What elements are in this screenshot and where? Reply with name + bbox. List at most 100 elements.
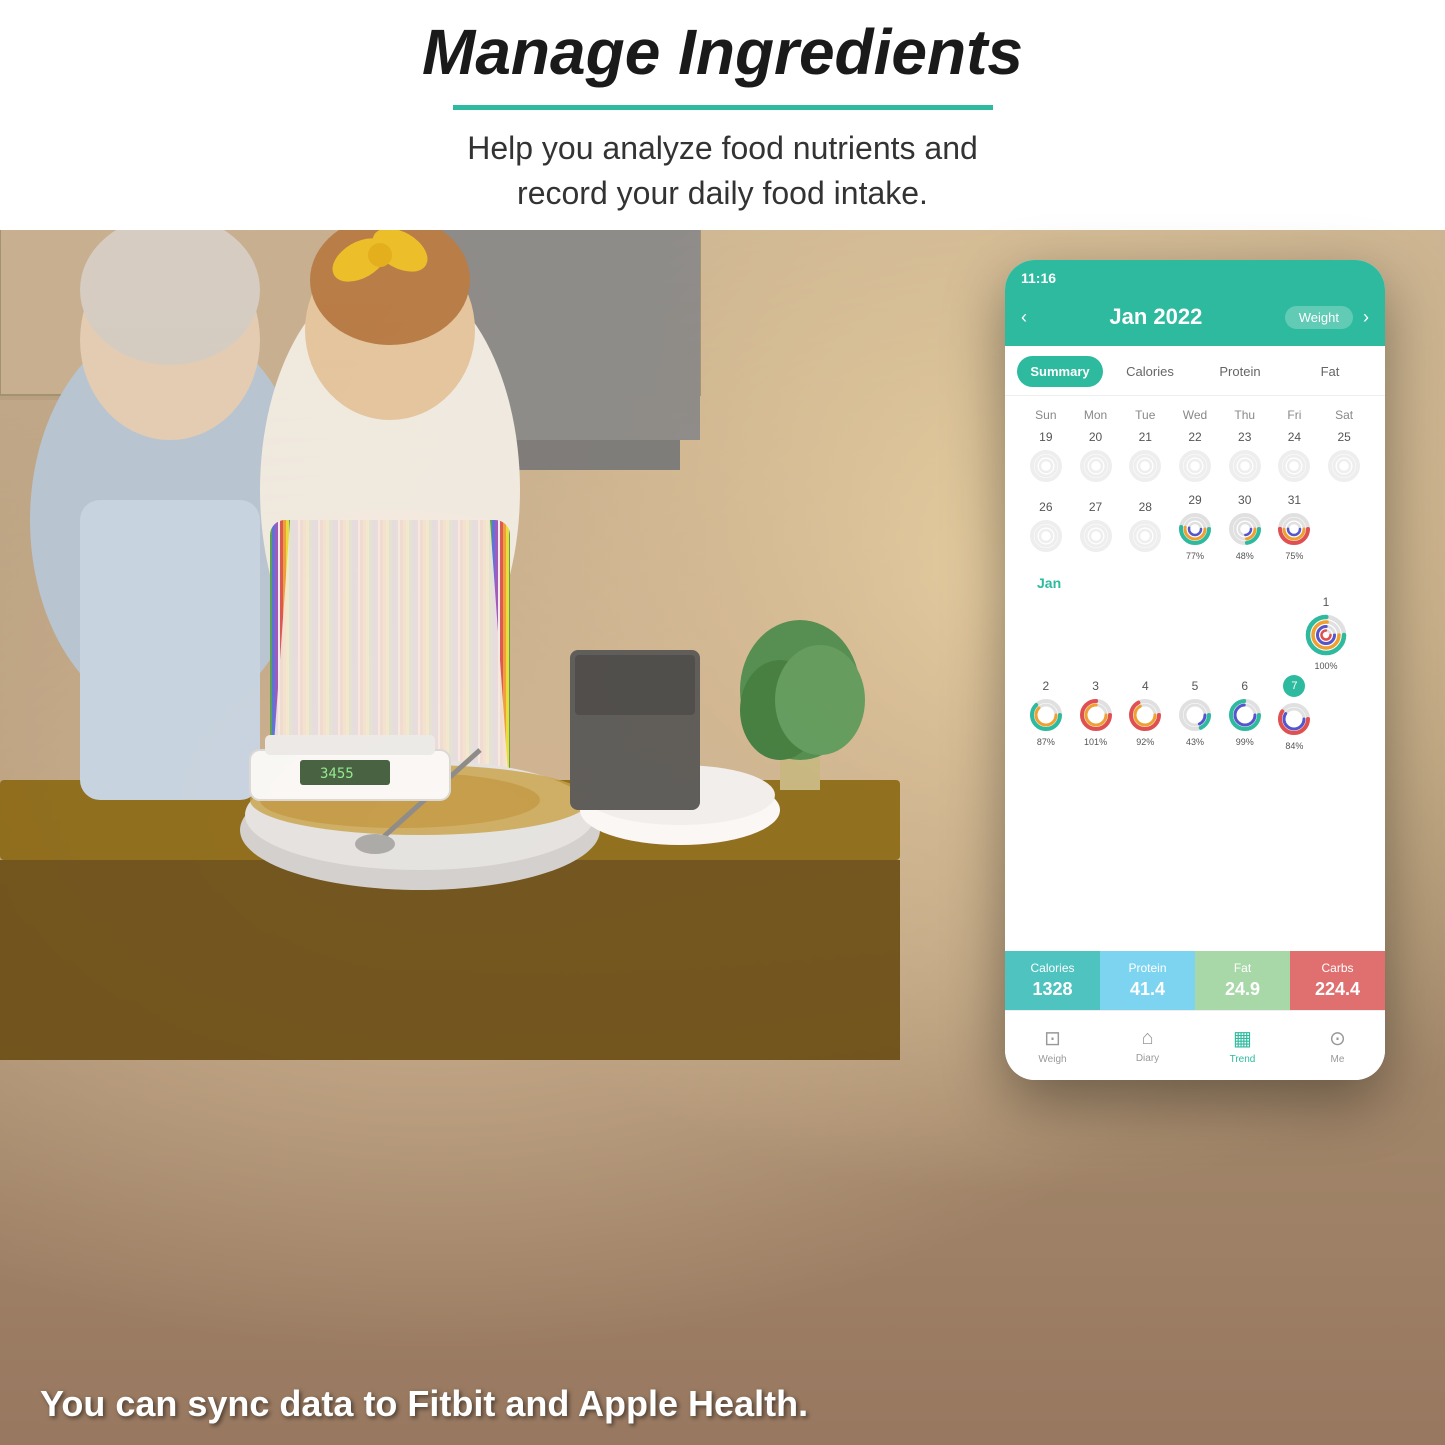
phone-mockup: 11:16 ‹ Jan 2022 Weight › Summary Calori… bbox=[1005, 260, 1385, 1080]
ring-jan3 bbox=[1077, 696, 1115, 734]
cal-day-jan7[interactable]: 7 84% bbox=[1270, 675, 1320, 751]
jan-month-label: Jan bbox=[1021, 569, 1369, 595]
stat-fat-value: 24.9 bbox=[1201, 979, 1284, 1000]
ring-24 bbox=[1275, 447, 1313, 485]
stat-protein-value: 41.4 bbox=[1106, 979, 1189, 1000]
cal-number-30: 30 bbox=[1238, 493, 1251, 507]
ring-29 bbox=[1176, 510, 1214, 548]
cal-day-29[interactable]: 29 77% bbox=[1170, 493, 1220, 561]
main-title: Manage Ingredients bbox=[422, 15, 1023, 89]
stats-bar: Calories 1328 Protein 41.4 Fat 24.9 Carb… bbox=[1005, 951, 1385, 1010]
cal-pct-jan3: 101% bbox=[1084, 737, 1107, 747]
ring-20 bbox=[1077, 447, 1115, 485]
tab-summary[interactable]: Summary bbox=[1017, 356, 1103, 387]
tab-calories[interactable]: Calories bbox=[1107, 356, 1193, 387]
cal-pct-jan2: 87% bbox=[1037, 737, 1055, 747]
stat-protein-label: Protein bbox=[1106, 961, 1189, 975]
cal-number-jan4: 4 bbox=[1142, 679, 1149, 693]
weigh-icon: ⊡ bbox=[1044, 1026, 1061, 1051]
nav-me[interactable]: ⊙ Me bbox=[1290, 1011, 1385, 1080]
cal-day-25[interactable]: 25 bbox=[1319, 430, 1369, 485]
ring-26 bbox=[1027, 517, 1065, 555]
day-headers: Sun Mon Tue Wed Thu Fri Sat bbox=[1021, 408, 1369, 422]
month-chevron-right[interactable]: › bbox=[1363, 307, 1369, 328]
cal-number-jan2: 2 bbox=[1043, 679, 1050, 693]
header-section: Manage Ingredients Help you analyze food… bbox=[0, 0, 1445, 230]
calendar-area: Sun Mon Tue Wed Thu Fri Sat 19 20 bbox=[1005, 396, 1385, 771]
stat-carbs-label: Carbs bbox=[1296, 961, 1379, 975]
ring-31 bbox=[1275, 510, 1313, 548]
cal-day-24[interactable]: 24 bbox=[1270, 430, 1320, 485]
status-bar: 11:16 bbox=[1005, 260, 1385, 296]
cal-pct-jan6: 99% bbox=[1236, 737, 1254, 747]
tab-fat[interactable]: Fat bbox=[1287, 356, 1373, 387]
cal-day-27[interactable]: 27 bbox=[1071, 500, 1121, 555]
trend-icon: ▦ bbox=[1233, 1026, 1252, 1051]
cal-day-jan1[interactable]: 1 100% bbox=[1303, 595, 1349, 671]
cal-number-27: 27 bbox=[1089, 500, 1102, 514]
ring-21 bbox=[1126, 447, 1164, 485]
nav-weigh[interactable]: ⊡ Weigh bbox=[1005, 1011, 1100, 1080]
ring-jan1 bbox=[1303, 612, 1349, 658]
stat-calories-value: 1328 bbox=[1011, 979, 1094, 1000]
phone-header: ‹ Jan 2022 Weight › bbox=[1005, 296, 1385, 346]
cal-number-jan3: 3 bbox=[1092, 679, 1099, 693]
ring-19 bbox=[1027, 447, 1065, 485]
cal-number-jan7: 7 bbox=[1283, 675, 1305, 697]
cal-number-20: 20 bbox=[1089, 430, 1102, 444]
stat-fat: Fat 24.9 bbox=[1195, 951, 1290, 1010]
stat-protein: Protein 41.4 bbox=[1100, 951, 1195, 1010]
status-time: 11:16 bbox=[1021, 270, 1056, 286]
ring-jan6 bbox=[1226, 696, 1264, 734]
cal-number-31: 31 bbox=[1288, 493, 1301, 507]
cal-day-jan4[interactable]: 4 92% bbox=[1120, 679, 1170, 747]
nav-trend-label: Trend bbox=[1230, 1054, 1256, 1065]
cal-number-29: 29 bbox=[1188, 493, 1201, 507]
nav-trend[interactable]: ▦ Trend bbox=[1195, 1011, 1290, 1080]
jan-row: 1 100% bbox=[1021, 595, 1369, 671]
stat-fat-label: Fat bbox=[1201, 961, 1284, 975]
day-header-tue: Tue bbox=[1120, 408, 1170, 422]
cal-pct-jan7: 84% bbox=[1285, 741, 1303, 751]
weight-badge[interactable]: Weight bbox=[1285, 306, 1353, 329]
cal-day-30[interactable]: 30 48% bbox=[1220, 493, 1270, 561]
cal-number-26: 26 bbox=[1039, 500, 1052, 514]
tab-protein[interactable]: Protein bbox=[1197, 356, 1283, 387]
cal-day-19[interactable]: 19 bbox=[1021, 430, 1071, 485]
nav-diary-label: Diary bbox=[1136, 1053, 1159, 1064]
cal-number-19: 19 bbox=[1039, 430, 1052, 444]
cal-pct-jan1: 100% bbox=[1314, 661, 1337, 671]
ring-25 bbox=[1325, 447, 1363, 485]
cal-number-28: 28 bbox=[1139, 500, 1152, 514]
day-header-mon: Mon bbox=[1071, 408, 1121, 422]
cal-day-26[interactable]: 26 bbox=[1021, 500, 1071, 555]
ring-28 bbox=[1126, 517, 1164, 555]
tab-bar: Summary Calories Protein Fat bbox=[1005, 346, 1385, 396]
cal-day-20[interactable]: 20 bbox=[1071, 430, 1121, 485]
cal-day-22[interactable]: 22 bbox=[1170, 430, 1220, 485]
nav-diary[interactable]: ⌂ Diary bbox=[1100, 1011, 1195, 1080]
cal-number-jan6: 6 bbox=[1241, 679, 1248, 693]
calendar-week-jan2: 2 87% 3 101% bbox=[1021, 675, 1369, 751]
cal-day-21[interactable]: 21 bbox=[1120, 430, 1170, 485]
ring-jan7 bbox=[1275, 700, 1313, 738]
cal-day-jan5[interactable]: 5 43% bbox=[1170, 679, 1220, 747]
cal-day-jan2[interactable]: 2 87% bbox=[1021, 679, 1071, 747]
cal-day-jan3[interactable]: 3 101% bbox=[1071, 679, 1121, 747]
subtitle-line1: Help you analyze food nutrients and bbox=[467, 130, 978, 166]
day-header-sun: Sun bbox=[1021, 408, 1071, 422]
cal-number-22: 22 bbox=[1188, 430, 1201, 444]
cal-day-28[interactable]: 28 bbox=[1120, 500, 1170, 555]
cal-number-21: 21 bbox=[1139, 430, 1152, 444]
cal-pct-31: 75% bbox=[1285, 551, 1303, 561]
cal-day-31[interactable]: 31 75% bbox=[1270, 493, 1320, 561]
bottom-text: You can sync data to Fitbit and Apple He… bbox=[40, 1383, 808, 1425]
cal-day-23[interactable]: 23 bbox=[1220, 430, 1270, 485]
day-header-wed: Wed bbox=[1170, 408, 1220, 422]
cal-number-jan5: 5 bbox=[1192, 679, 1199, 693]
ring-jan2 bbox=[1027, 696, 1065, 734]
cal-pct-30: 48% bbox=[1236, 551, 1254, 561]
month-chevron-left[interactable]: ‹ bbox=[1021, 307, 1027, 328]
calendar-week2: 26 27 28 bbox=[1021, 493, 1369, 561]
cal-day-jan6[interactable]: 6 99% bbox=[1220, 679, 1270, 747]
